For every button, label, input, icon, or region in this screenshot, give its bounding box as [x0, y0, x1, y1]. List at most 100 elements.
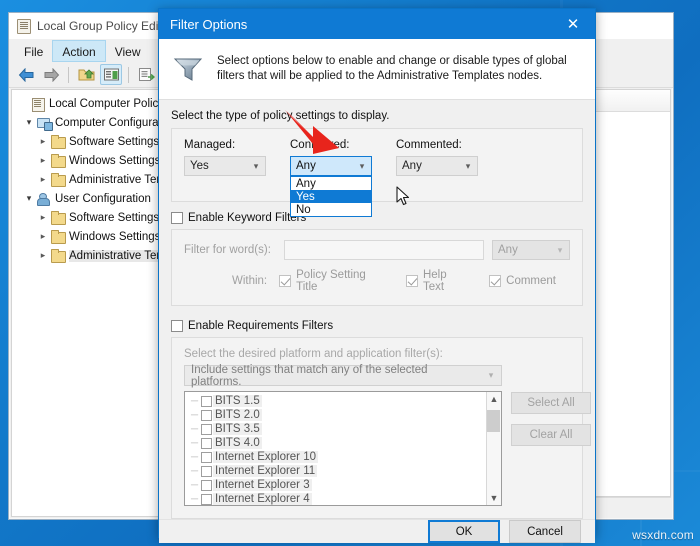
list-item[interactable]: ─ BITS 3.5: [191, 422, 486, 436]
export-list-icon[interactable]: [135, 64, 157, 85]
within-comment[interactable]: Comment: [489, 275, 556, 287]
chevron-down-icon: ▾: [253, 160, 259, 171]
enable-requirements-filters-checkbox[interactable]: [171, 320, 183, 332]
list-item[interactable]: ─ Internet Explorer 4: [191, 492, 486, 505]
configured-field: Configured: Any ▾ Any Yes No: [290, 139, 372, 217]
commented-combo[interactable]: Any ▾: [396, 156, 478, 176]
chevron-down-icon[interactable]: ▾: [22, 117, 36, 128]
list-item[interactable]: ─ Internet Explorer 11: [191, 464, 486, 478]
menu-view[interactable]: View: [106, 40, 150, 62]
back-icon[interactable]: [15, 64, 37, 85]
dropdown-option-no[interactable]: No: [291, 203, 371, 216]
tree-node-label: Administrative Tem: [69, 249, 170, 262]
list-item[interactable]: ─ Internet Explorer 10: [191, 450, 486, 464]
tree-node-local-computer-policy[interactable]: Local Computer Policy: [12, 94, 182, 113]
match-mode-combo[interactable]: Include settings that match any of the s…: [184, 364, 502, 388]
platform-checkbox[interactable]: [201, 493, 212, 505]
forward-icon[interactable]: [40, 64, 62, 85]
platform-listbox[interactable]: ─ BITS 1.5 ─ BITS 2.0 ─ BITS 3.5 ─ BITS …: [184, 391, 502, 506]
requirements-main: Include settings that match any of the s…: [184, 364, 591, 506]
commented-field: Commented: Any ▾: [396, 139, 478, 201]
dropdown-option-yes[interactable]: Yes: [291, 190, 371, 203]
dialog-content: Select the type of policy settings to di…: [159, 100, 595, 519]
enable-keyword-filters-label: Enable Keyword Filters: [188, 212, 307, 224]
filter-words-input[interactable]: [284, 240, 484, 260]
platform-label: Internet Explorer 3: [213, 479, 312, 491]
platform-list-scrollbar[interactable]: ▲ ▼: [486, 392, 501, 505]
tree-node-label: Software Settings: [69, 211, 160, 224]
platform-label: BITS 3.5: [213, 423, 262, 435]
policy-settings-group: Managed: Yes ▾ Configured: Any ▾ Any Yes: [171, 128, 583, 217]
platform-checkbox[interactable]: [201, 409, 212, 421]
tree-node-computer-software-settings[interactable]: ▸ Software Settings: [12, 132, 182, 151]
tree-node-user-windows-settings[interactable]: ▸ Windows Settings: [12, 227, 182, 246]
ok-button[interactable]: OK: [428, 520, 500, 543]
tree-node-computer-configuration[interactable]: ▾ Computer Configuration: [12, 113, 182, 132]
clear-all-button[interactable]: Clear All: [511, 424, 591, 446]
mmc-console-icon: [17, 18, 31, 34]
list-item[interactable]: ─ BITS 1.5: [191, 394, 486, 408]
managed-label: Managed:: [184, 139, 236, 151]
chevron-down-icon: ▾: [557, 244, 563, 255]
tree-node-computer-administrative-templates[interactable]: ▸ Administrative Tem: [12, 170, 182, 189]
chevron-right-icon[interactable]: ▸: [36, 212, 50, 223]
enable-keyword-filters-checkbox[interactable]: [171, 212, 183, 224]
enable-keyword-filters-row[interactable]: Enable Keyword Filters: [171, 212, 583, 224]
folder-icon: [50, 210, 66, 225]
tree-node-user-configuration[interactable]: ▾ User Configuration: [12, 189, 182, 208]
configured-label: Configured:: [290, 139, 350, 151]
within-policy-setting-title[interactable]: Policy Setting Title: [279, 269, 384, 293]
platform-checkbox[interactable]: [201, 423, 212, 435]
platform-label: Internet Explorer 10: [213, 451, 319, 463]
platform-label: BITS 2.0: [213, 409, 262, 421]
configured-dropdown-list[interactable]: Any Yes No: [290, 176, 372, 217]
platform-checkbox[interactable]: [201, 437, 212, 449]
dropdown-option-any[interactable]: Any: [291, 177, 371, 190]
tree-node-label: Administrative Tem: [69, 173, 166, 186]
chevron-right-icon[interactable]: ▸: [36, 250, 50, 261]
tree-dash-icon: ─: [191, 409, 199, 421]
select-all-button[interactable]: Select All: [511, 392, 591, 414]
scrollbar-track[interactable]: [487, 406, 501, 491]
scrollbar-thumb[interactable]: [487, 410, 500, 432]
chevron-down-icon: ▾: [359, 160, 365, 171]
tree-node-user-administrative-templates[interactable]: ▸ Administrative Tem: [12, 246, 182, 265]
chevron-down-icon[interactable]: ▾: [22, 193, 36, 204]
tree-node-user-software-settings[interactable]: ▸ Software Settings: [12, 208, 182, 227]
scroll-down-icon[interactable]: ▼: [490, 491, 499, 505]
close-icon[interactable]: ✕: [551, 9, 595, 39]
keyword-match-combo[interactable]: Any ▾: [492, 240, 570, 260]
computer-icon: [36, 116, 53, 131]
comment-label: Comment: [506, 275, 556, 287]
enable-requirements-filters-row[interactable]: Enable Requirements Filters: [171, 320, 583, 332]
tree-node-computer-windows-settings[interactable]: ▸ Windows Settings: [12, 151, 182, 170]
chevron-right-icon[interactable]: ▸: [36, 174, 50, 185]
folder-icon: [50, 153, 66, 168]
list-item[interactable]: ─ BITS 4.0: [191, 436, 486, 450]
platform-checkbox[interactable]: [201, 395, 212, 407]
comment-checkbox[interactable]: [489, 275, 502, 287]
tree-dash-icon: ─: [191, 465, 199, 477]
platform-checkbox[interactable]: [201, 451, 212, 463]
menu-action[interactable]: Action: [52, 40, 106, 62]
chevron-right-icon[interactable]: ▸: [36, 155, 50, 166]
platform-checkbox[interactable]: [201, 479, 212, 491]
policy-setting-title-checkbox[interactable]: [279, 275, 292, 287]
within-label: Within:: [231, 275, 268, 287]
up-one-level-icon[interactable]: [75, 64, 97, 85]
platform-checkbox[interactable]: [201, 465, 212, 477]
cancel-button[interactable]: Cancel: [509, 520, 581, 543]
folder-icon: [50, 248, 66, 263]
configured-combo[interactable]: Any ▾: [290, 156, 372, 176]
within-help-text[interactable]: Help Text: [405, 269, 467, 293]
list-item[interactable]: ─ Internet Explorer 3: [191, 478, 486, 492]
list-item[interactable]: ─ BITS 2.0: [191, 408, 486, 422]
chevron-right-icon[interactable]: ▸: [36, 136, 50, 147]
show-properties-icon[interactable]: [100, 64, 122, 85]
scroll-up-icon[interactable]: ▲: [490, 392, 499, 406]
chevron-right-icon[interactable]: ▸: [36, 231, 50, 242]
filter-options-dialog: Filter Options ✕ Select options below to…: [158, 8, 596, 543]
help-text-checkbox[interactable]: [405, 275, 418, 287]
managed-combo[interactable]: Yes ▾: [184, 156, 266, 176]
menu-file[interactable]: File: [15, 40, 52, 62]
